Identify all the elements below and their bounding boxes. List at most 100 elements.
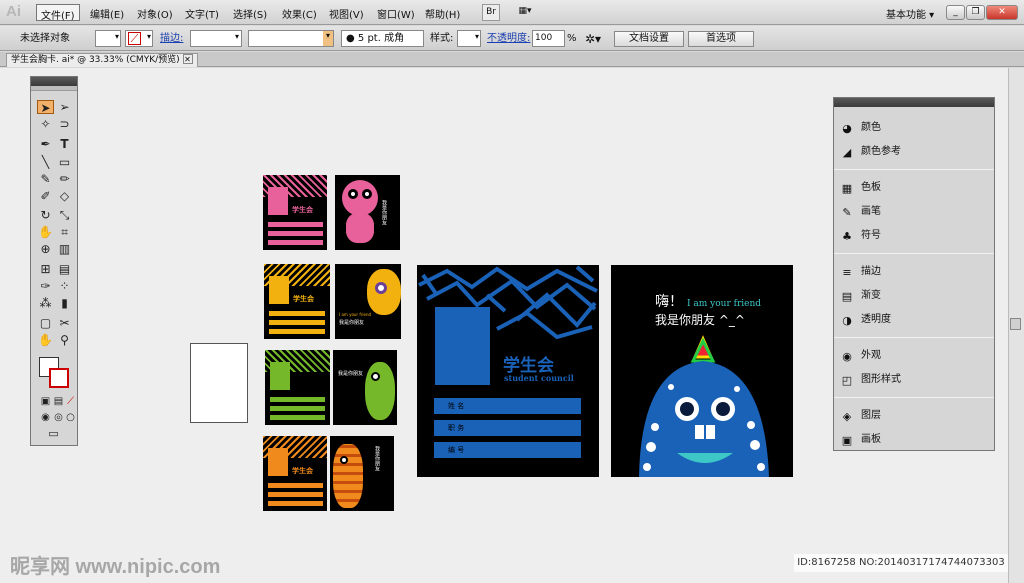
minimize-button[interactable]: _ <box>946 5 965 20</box>
eyedropper-tool-icon[interactable]: ✑ <box>37 279 54 293</box>
field-bar <box>269 329 325 334</box>
document-tab[interactable]: 学生会胸卡. ai* @ 33.33% (CMYK/预览) ✕ <box>6 53 198 67</box>
panel-grip[interactable] <box>31 86 77 91</box>
stroke-weight-input[interactable]: ▾ <box>190 30 242 47</box>
blank-artboard <box>190 343 248 423</box>
direct-selection-tool-icon[interactable]: ➢ <box>56 100 73 114</box>
warp-tool-icon[interactable]: ✋ <box>37 225 54 239</box>
menu-object[interactable]: 对象(O) <box>133 4 177 21</box>
screen-mode-icon[interactable]: ▭ <box>45 427 62 441</box>
card-green-front <box>265 350 330 425</box>
panel-item[interactable]: ≡ 描边 <box>840 262 990 282</box>
pencil-tool-icon[interactable]: ✏ <box>56 172 73 186</box>
arrange-documents-button[interactable]: ▦▾ <box>510 4 540 21</box>
none-mode-icon[interactable]: ⟋ <box>62 395 79 409</box>
scrollbar-thumb[interactable] <box>1010 318 1021 330</box>
lasso-tool-icon[interactable]: ⊃ <box>56 117 73 131</box>
preferences-button[interactable]: 首选项 <box>688 31 754 47</box>
monster-body <box>365 362 395 420</box>
monster-eye <box>340 456 348 464</box>
opacity-input[interactable]: 100 <box>532 30 565 47</box>
panel-item[interactable]: ▦ 色板 <box>840 178 990 198</box>
rectangle-tool-icon[interactable]: ▭ <box>56 155 73 169</box>
line-tool-icon[interactable]: ╲ <box>37 155 54 169</box>
menu-window[interactable]: 窗口(W) <box>373 4 419 21</box>
card-text: 我是你朋友 <box>339 320 365 326</box>
menu-type[interactable]: 文字(T) <box>181 4 223 21</box>
symbol-sprayer-tool-icon[interactable]: ⁂ <box>37 296 54 310</box>
monster-illustration <box>639 335 769 477</box>
panel-item[interactable]: ◰ 图形样式 <box>840 370 990 390</box>
magic-wand-tool-icon[interactable]: ✧ <box>37 117 54 131</box>
style-label: 样式: <box>430 33 454 44</box>
panel-item[interactable]: ◑ 透明度 <box>840 310 990 330</box>
menu-effect[interactable]: 效果(C) <box>278 4 321 21</box>
hand-tool-icon[interactable]: ✋ <box>37 333 54 347</box>
menu-select[interactable]: 选择(S) <box>229 4 271 21</box>
column-graph-tool-icon[interactable]: ▮ <box>56 296 73 310</box>
gradient-tool-icon[interactable]: ▤ <box>56 262 73 276</box>
paintbrush-tool-icon[interactable]: ✎ <box>37 172 54 186</box>
panel-item-label: 外观 <box>861 350 881 361</box>
document-setup-button[interactable]: 文档设置 <box>614 31 684 47</box>
stroke-swatch-dropdown[interactable]: ⟋ ▾ <box>125 30 153 47</box>
bridge-button[interactable]: Br <box>482 4 500 21</box>
watermark-id: ID:8167258 NO:20140317174744073303 <box>794 554 1008 572</box>
card-pink-back: 我是你朋友 <box>335 175 400 250</box>
document-tab-bar: 学生会胸卡. ai* @ 33.33% (CMYK/预览) ✕ <box>0 52 1024 67</box>
recolor-icon[interactable]: ✲▾ <box>585 31 601 47</box>
menu-help[interactable]: 帮助(H) <box>421 4 464 21</box>
panel-item[interactable]: ✎ 画笔 <box>840 202 990 222</box>
percent-label: % <box>567 33 577 44</box>
close-icon[interactable]: ✕ <box>182 54 193 64</box>
panel-item-label: 渐变 <box>861 290 881 301</box>
draw-inside-icon[interactable]: ○ <box>62 411 79 425</box>
stroke-label[interactable]: 描边: <box>160 31 183 47</box>
perspective-grid-tool-icon[interactable]: ▥ <box>56 242 73 256</box>
blend-tool-icon[interactable]: ⁘ <box>56 279 73 293</box>
mesh-tool-icon[interactable]: ⊞ <box>37 262 54 276</box>
field-bar <box>270 406 325 411</box>
panel-item[interactable]: ◕ 颜色 <box>840 118 990 138</box>
panel-item[interactable]: ▣ 画板 <box>840 430 990 450</box>
panel-item[interactable]: ◢ 颜色参考 <box>840 142 990 162</box>
panel-item[interactable]: ♣ 符号 <box>840 226 990 246</box>
shape-builder-tool-icon[interactable]: ⊕ <box>37 242 54 256</box>
eraser-tool-icon[interactable]: ◇ <box>56 189 73 203</box>
pen-tool-icon[interactable]: ✒ <box>37 137 54 151</box>
panel-item[interactable]: ▤ 渐变 <box>840 286 990 306</box>
rotate-tool-icon[interactable]: ↻ <box>37 208 54 222</box>
panel-item-label: 图层 <box>861 410 881 421</box>
graphic-style-dropdown[interactable]: ▾ <box>457 30 481 47</box>
opacity-label[interactable]: 不透明度: <box>487 31 530 47</box>
workspace-switcher[interactable]: 基本功能 ▾ <box>882 4 938 21</box>
card-title: 学生会 <box>293 295 314 303</box>
slice-tool-icon[interactable]: ✂ <box>56 316 73 330</box>
type-tool-icon[interactable]: T <box>56 137 73 151</box>
variable-width-dropdown[interactable]: ▾ <box>248 30 334 47</box>
free-transform-tool-icon[interactable]: ⌗ <box>56 225 73 239</box>
close-button[interactable]: ✕ <box>986 5 1018 20</box>
brush-definition-dropdown[interactable]: ● 5 pt. 成角 <box>341 30 424 47</box>
panel-header[interactable] <box>31 77 77 86</box>
gradient-icon: ▤ <box>841 290 853 303</box>
selection-tool-icon[interactable]: ➤ <box>37 100 54 115</box>
menu-file[interactable]: 文件(F) <box>36 4 80 22</box>
card-title: 学生会 <box>292 467 313 475</box>
menu-view[interactable]: 视图(V) <box>325 4 368 21</box>
panel-item[interactable]: ◈ 图层 <box>840 406 990 426</box>
blob-brush-tool-icon[interactable]: ✐ <box>37 189 54 203</box>
panel-item[interactable]: ◉ 外观 <box>840 346 990 366</box>
stroke-color-swatch[interactable] <box>49 368 69 388</box>
restore-button[interactable]: ❐ <box>966 5 985 20</box>
zoom-tool-icon[interactable]: ⚲ <box>56 333 73 347</box>
fill-swatch-dropdown[interactable]: ▾ <box>95 30 121 47</box>
field-bar <box>268 222 323 227</box>
scale-tool-icon[interactable]: ⤡ <box>56 208 73 222</box>
symbols-icon: ♣ <box>842 230 852 243</box>
artboard-tool-icon[interactable]: ▢ <box>37 316 54 330</box>
menu-edit[interactable]: 编辑(E) <box>86 4 128 21</box>
panel-header[interactable] <box>834 98 994 107</box>
card-subtitle: student council <box>504 373 574 383</box>
swatches-icon: ▦ <box>841 182 853 195</box>
